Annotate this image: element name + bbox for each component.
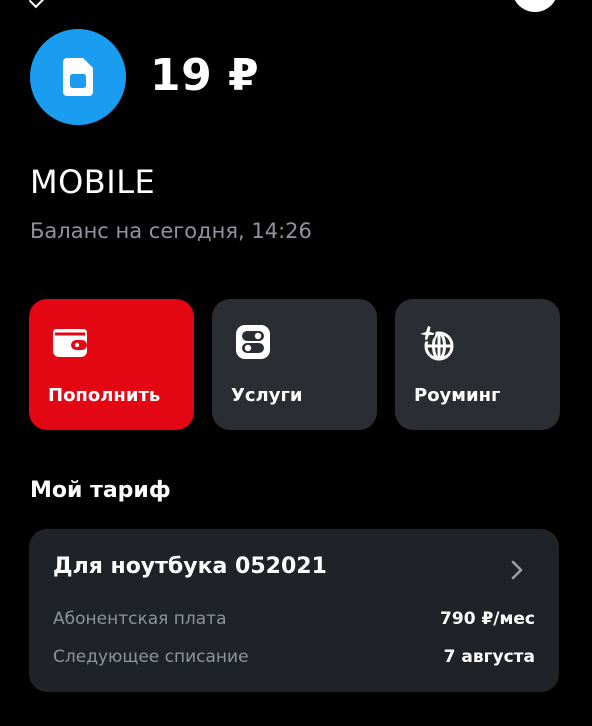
subscription-fee-label: Абонентская плата (53, 609, 227, 629)
tariff-card[interactable]: Для ноутбука 052021 Абонентская плата 79… (29, 529, 559, 692)
back-arrow-icon[interactable] (28, 0, 48, 9)
services-button[interactable]: Услуги (212, 299, 377, 430)
chevron-right-icon (511, 560, 523, 580)
wallet-icon (53, 329, 87, 357)
sim-card-icon (63, 58, 93, 96)
topup-label: Пополнить (48, 385, 161, 406)
top-bar (0, 0, 592, 14)
subscription-fee-value: 790 ₽/мес (440, 609, 535, 629)
app-screen: 19 ₽ MOBILE Баланс на сегодня, 14:26 Поп… (0, 0, 592, 726)
balance-amount: 19 ₽ (150, 50, 260, 101)
toggles-icon (236, 325, 270, 359)
roaming-label: Роуминг (414, 385, 501, 406)
next-charge-value: 7 августа (443, 647, 535, 667)
account-avatar (30, 29, 126, 125)
topup-button[interactable]: Пополнить (29, 299, 194, 430)
section-title-tariff: Мой тариф (30, 478, 171, 503)
services-label: Услуги (231, 385, 303, 406)
roaming-button[interactable]: Роуминг (395, 299, 560, 430)
next-charge-label: Следующее списание (53, 647, 249, 667)
globe-plane-icon (418, 324, 454, 361)
balance-timestamp: Баланс на сегодня, 14:26 (30, 219, 312, 243)
tariff-name: Для ноутбука 052021 (53, 554, 327, 579)
account-name: MOBILE (30, 163, 156, 201)
profile-button[interactable] (512, 0, 558, 12)
